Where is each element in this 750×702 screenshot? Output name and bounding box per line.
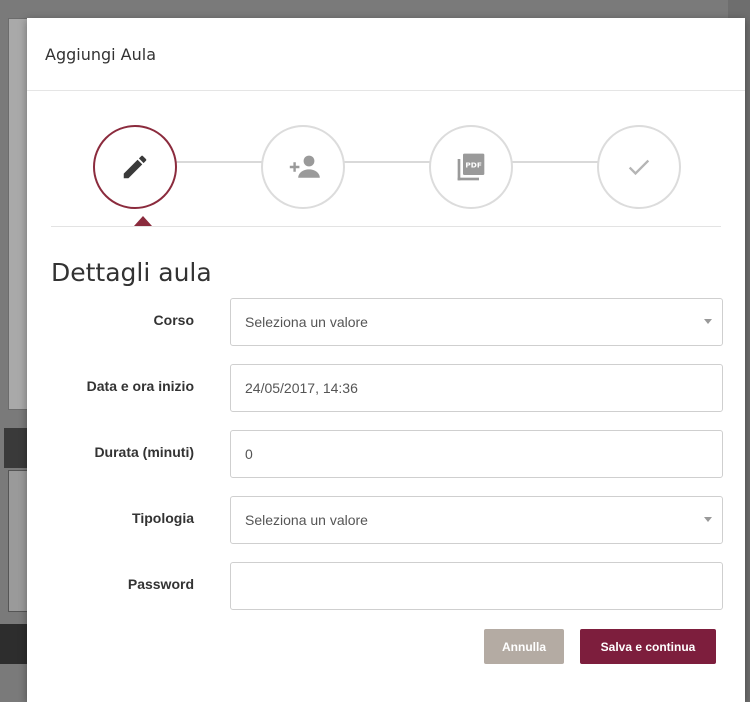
form-row-corso: Corso Seleziona un valore <box>27 298 745 346</box>
step-connector <box>176 161 262 163</box>
wizard-stepper: PDF <box>27 91 745 227</box>
tipologia-label: Tipologia <box>132 510 194 526</box>
modal-header: Aggiungi Aula <box>27 18 745 91</box>
form-row-password: Password <box>27 562 745 610</box>
password-input[interactable] <box>230 562 723 610</box>
section-title: Dettagli aula <box>51 258 212 287</box>
add-classroom-modal: Aggiungi Aula PDF Dettagli aula Corso Se… <box>27 18 745 702</box>
stepper-divider <box>51 226 721 227</box>
active-step-indicator <box>134 216 152 226</box>
corso-select[interactable]: Seleziona un valore <box>230 298 723 346</box>
pencil-icon <box>123 155 147 179</box>
durata-label: Durata (minuti) <box>94 444 194 460</box>
chevron-down-icon <box>704 517 712 522</box>
form-row-durata: Durata (minuti) <box>27 430 745 478</box>
corso-select-value: Seleziona un valore <box>245 314 368 330</box>
background-panel <box>0 624 30 664</box>
step-connector <box>344 161 430 163</box>
pdf-icon: PDF <box>457 153 485 181</box>
tipologia-select-value: Seleziona un valore <box>245 512 368 528</box>
data-inizio-input[interactable] <box>230 364 723 412</box>
tipologia-select[interactable]: Seleziona un valore <box>230 496 723 544</box>
check-icon <box>628 159 650 176</box>
data-inizio-label: Data e ora inizio <box>86 378 194 394</box>
form-row-data-inizio: Data e ora inizio <box>27 364 745 412</box>
corso-label: Corso <box>153 312 194 328</box>
step-details[interactable] <box>93 125 177 209</box>
svg-text:PDF: PDF <box>465 161 481 170</box>
add-user-icon <box>289 155 320 178</box>
step-participants[interactable] <box>261 125 345 209</box>
cancel-button[interactable]: Annulla <box>484 629 564 664</box>
durata-input[interactable] <box>230 430 723 478</box>
step-documents[interactable]: PDF <box>429 125 513 209</box>
save-continue-button[interactable]: Salva e continua <box>580 629 716 664</box>
background-panel <box>4 428 28 468</box>
step-confirm[interactable] <box>597 125 681 209</box>
modal-title: Aggiungi Aula <box>45 44 157 64</box>
step-connector <box>512 161 598 163</box>
password-label: Password <box>127 576 194 592</box>
form-row-tipologia: Tipologia Seleziona un valore <box>27 496 745 544</box>
chevron-down-icon <box>704 319 712 324</box>
